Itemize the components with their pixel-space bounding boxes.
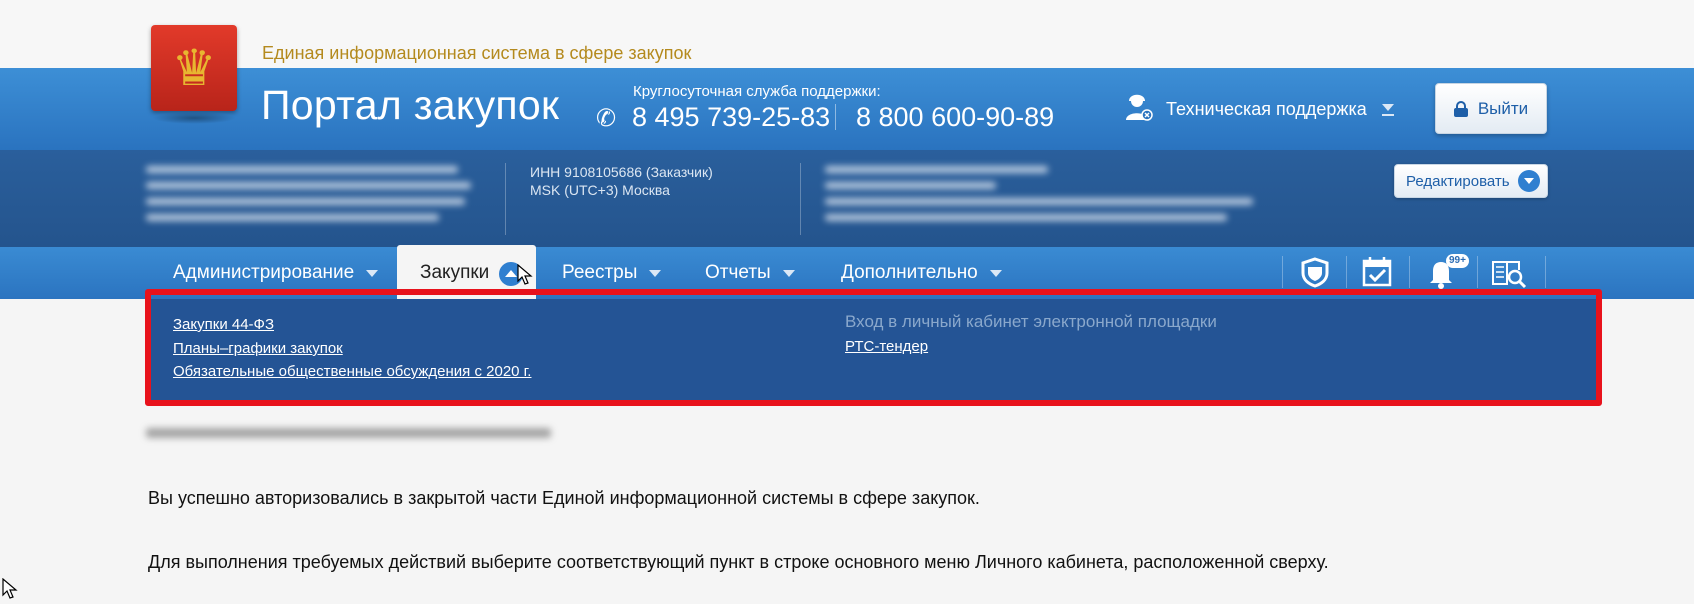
logout-label: Выйти (1477, 98, 1529, 118)
top-bar (0, 0, 1694, 68)
mouse-cursor-icon (2, 578, 18, 599)
link-public-discussions[interactable]: Обязательные общественные обсуждения с 2… (173, 363, 531, 380)
chevron-down-icon (366, 269, 379, 277)
nav-label: Отчеты (705, 262, 771, 283)
logout-button[interactable]: Выйти (1435, 83, 1547, 134)
chevron-down-icon (1517, 170, 1540, 192)
lock-icon (1453, 100, 1468, 117)
logo-shadow (152, 112, 236, 124)
chevron-down-icon (989, 269, 1002, 277)
marketplace-login-heading: Вход в личный кабинет электронной площад… (845, 312, 1217, 331)
shield-icon[interactable] (1296, 254, 1334, 290)
phone-number-2: 8 800 600-90-89 (856, 102, 1055, 132)
nav-divider (1282, 256, 1283, 288)
notification-badge: 99+ (1446, 254, 1469, 268)
support-agent-icon[interactable] (1124, 92, 1154, 122)
link-rts-tender[interactable]: РТС-тендер (845, 338, 928, 355)
mouse-cursor-icon (517, 264, 533, 285)
org-divider (505, 163, 506, 235)
nav-label: Реестры (562, 262, 638, 283)
support-label: Круглосуточная служба поддержки: (633, 83, 881, 100)
phone-number-1: 8 495 739-25-83 (632, 102, 831, 132)
portal-title[interactable]: Портал закупок (261, 82, 559, 129)
timezone-text: MSK (UTC+3) Москва (530, 182, 670, 198)
chevron-down-icon (782, 269, 795, 277)
catalog-search-icon[interactable] (1490, 254, 1528, 290)
coat-of-arms-logo[interactable]: ♛ (151, 25, 237, 111)
chevron-underline (1382, 114, 1394, 116)
edit-button[interactable]: Редактировать (1394, 164, 1548, 198)
phone-divider (835, 104, 836, 130)
nav-divider (1346, 256, 1347, 288)
tech-support-menu[interactable]: Техническая поддержка (1166, 99, 1367, 120)
nav-divider (1545, 256, 1546, 288)
org-divider (800, 163, 801, 235)
organization-name-redacted (146, 166, 471, 230)
chevron-down-icon[interactable] (1382, 104, 1394, 111)
eagle-icon: ♛ (171, 39, 217, 97)
nav-divider (1477, 256, 1478, 288)
edit-label: Редактировать (1406, 172, 1510, 190)
inn-text: ИНН 9108105686 (Заказчик) (530, 164, 713, 180)
nav-label: Дополнительно (841, 262, 978, 283)
instruction-message: Для выполнения требуемых действий выбери… (148, 552, 1329, 572)
nav-divider (1409, 256, 1410, 288)
link-purchases-44fz[interactable]: Закупки 44-ФЗ (173, 316, 274, 333)
auth-success-message: Вы успешно авторизовались в закрытой час… (148, 488, 980, 508)
organization-title-redacted (146, 428, 551, 447)
system-title: Единая информационная система в сфере за… (262, 43, 692, 63)
calendar-check-icon[interactable] (1358, 254, 1396, 290)
chevron-down-icon (649, 269, 662, 277)
user-info-redacted (825, 166, 1253, 230)
nav-label: Администрирование (173, 262, 355, 283)
phone-icon: ✆ (596, 104, 617, 132)
link-procurement-schedules[interactable]: Планы–графики закупок (173, 340, 343, 357)
